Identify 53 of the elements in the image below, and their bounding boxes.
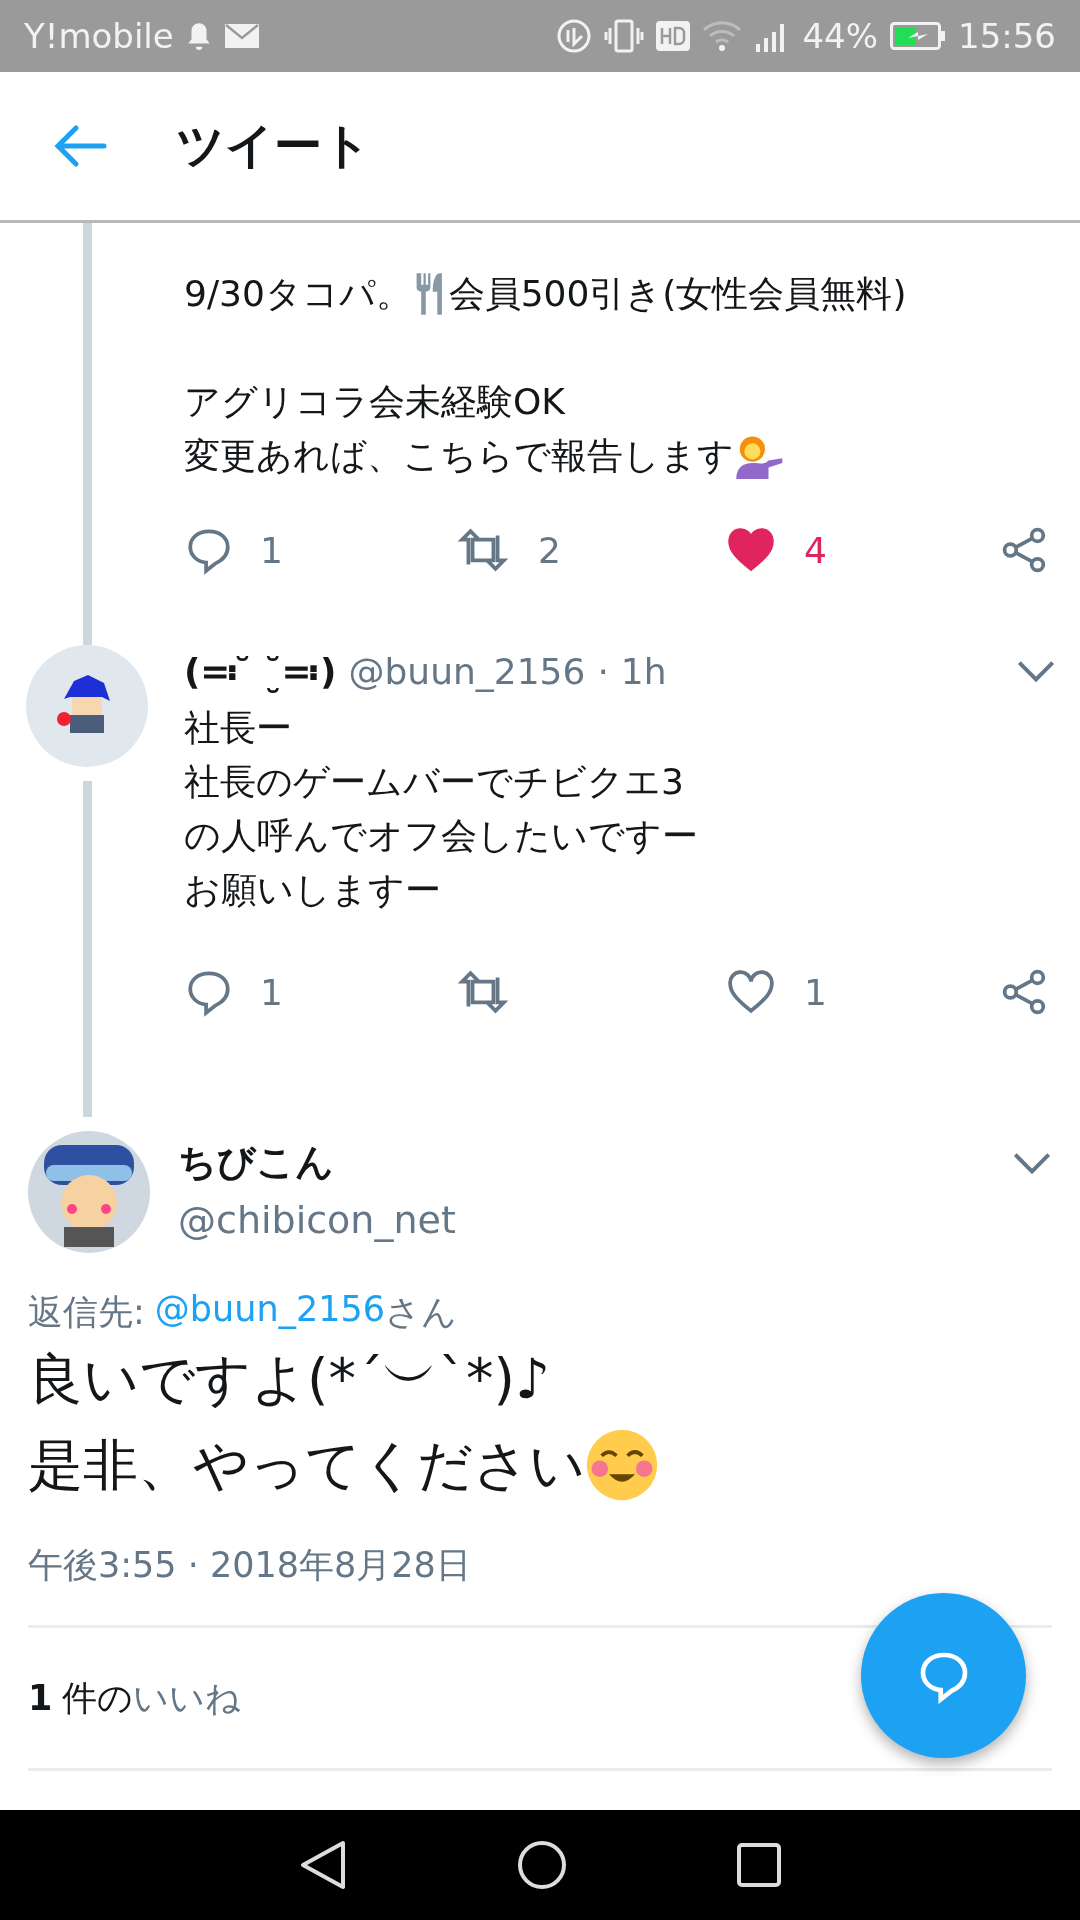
- reply-action[interactable]: 1: [184, 525, 454, 575]
- caret-icon: [1012, 1150, 1052, 1175]
- back-button[interactable]: [52, 124, 108, 168]
- circle-icon: [517, 1840, 567, 1890]
- like-action[interactable]: 4: [724, 525, 994, 575]
- mention-link[interactable]: @buun_2156: [154, 1289, 386, 1336]
- page-title: ツイート: [176, 116, 371, 175]
- tweet-text: 9/30タコパ。: [184, 272, 412, 316]
- tweet-text: 良いですよ(*´︶`*)♪: [28, 1346, 550, 1413]
- reply-fab[interactable]: [861, 1593, 1026, 1758]
- tweet-text: アグリコラ会未経験OK: [184, 380, 565, 424]
- square-icon: [737, 1843, 781, 1887]
- carrier-name: Y!mobile: [24, 16, 174, 56]
- user-handle: @chibicon_net: [178, 1198, 457, 1242]
- tweet-text: の人呼んでオフ会したいですー: [184, 814, 698, 858]
- tweet-time: 1h: [620, 650, 667, 692]
- vibrate-icon: [604, 18, 645, 54]
- honorific-text: さん: [385, 1291, 458, 1334]
- mail-icon: [223, 22, 260, 50]
- reply-to-label: 返信先:: [28, 1291, 145, 1334]
- hd-icon: [656, 21, 691, 51]
- reply-action[interactable]: 1: [184, 967, 454, 1017]
- user-handle: @buun_2156: [348, 650, 586, 692]
- display-name: ちびこん: [178, 1139, 334, 1186]
- battery-charging-icon: [890, 22, 946, 50]
- caret-icon: [1016, 659, 1056, 683]
- likes-text: 件の: [62, 1676, 134, 1720]
- clock: 15:56: [958, 16, 1056, 56]
- tweet-text: 会員500引き(女性会員無料): [448, 272, 907, 316]
- data-saver-icon: [556, 18, 593, 54]
- likes-link[interactable]: いいね: [133, 1674, 242, 1722]
- display-name: (≕ ̆ ˘̮≕): [184, 650, 337, 692]
- bell-icon: [185, 21, 212, 51]
- tweet-text: お願いしますー: [184, 868, 441, 912]
- more-options-button[interactable]: [1016, 659, 1056, 683]
- person-tipping-hand-icon: [734, 433, 785, 479]
- tweet-text: 変更あれば、こちらで報告します: [184, 434, 734, 478]
- triangle-icon: [299, 1839, 347, 1891]
- wifi-icon: [702, 20, 743, 52]
- tweet-text: 是非、やってください: [28, 1432, 585, 1499]
- smiling-face-icon: [585, 1428, 659, 1502]
- back-arrow-icon: [52, 124, 108, 168]
- tweet-text: 社長のゲームバーでチビクエ3: [184, 760, 684, 804]
- retweet-action[interactable]: 2: [454, 525, 724, 575]
- separator-dot: ·: [597, 650, 609, 692]
- battery-percent: 44%: [802, 16, 878, 56]
- like-action[interactable]: 1: [724, 967, 994, 1017]
- back-nav-button[interactable]: [299, 1839, 347, 1891]
- recents-nav-button[interactable]: [737, 1843, 781, 1887]
- tweet-text: 社長ー: [184, 706, 292, 750]
- likes-count: 1: [28, 1678, 53, 1718]
- more-options-button[interactable]: [1012, 1150, 1052, 1175]
- home-nav-button[interactable]: [517, 1840, 567, 1890]
